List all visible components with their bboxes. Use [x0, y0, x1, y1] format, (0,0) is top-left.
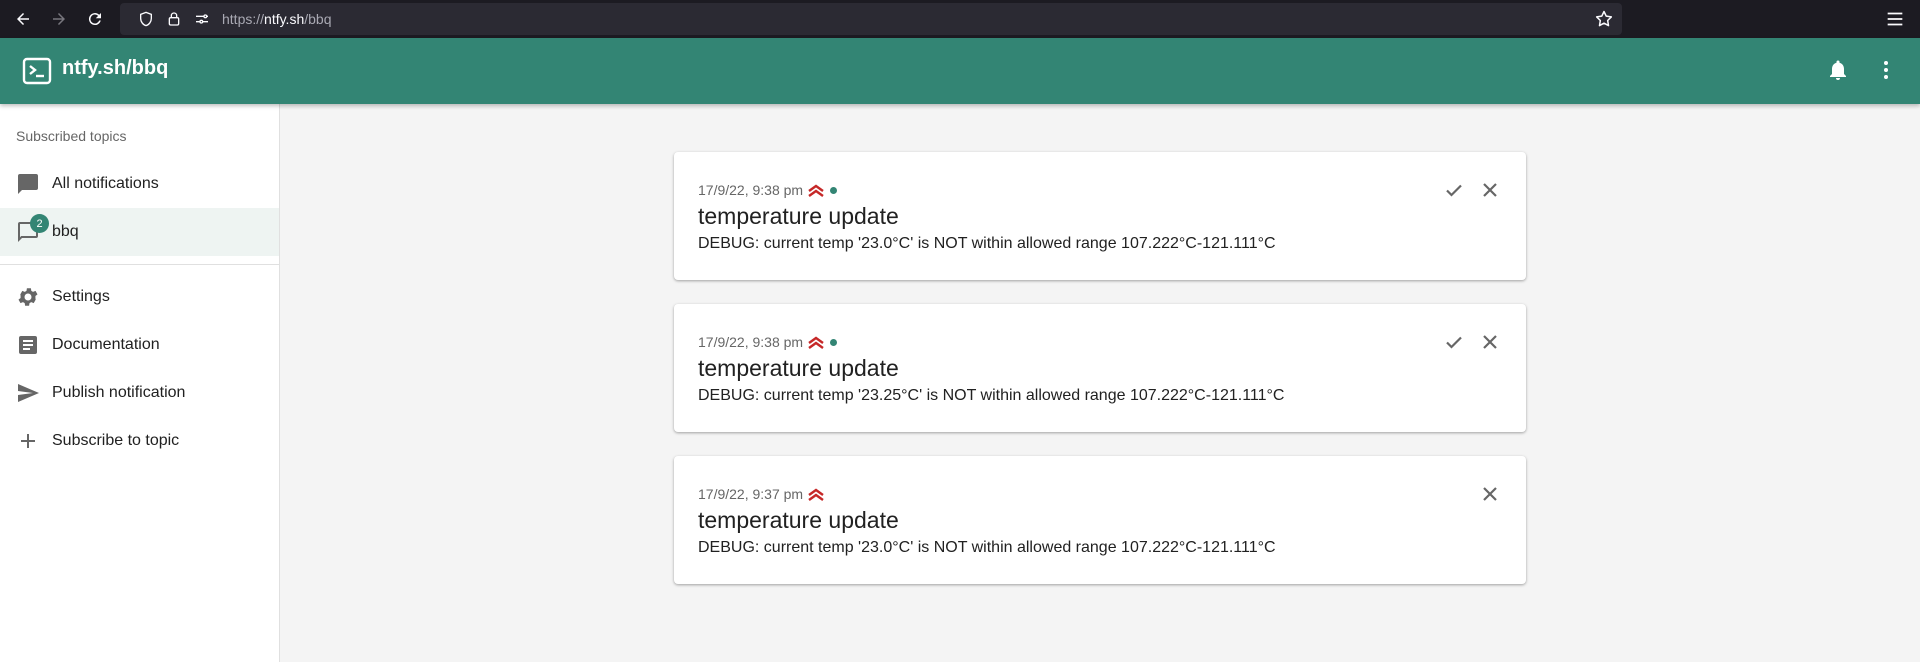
sidebar-item-label: Subscribe to topic	[52, 432, 180, 449]
sidebar: Subscribed topics All notifications 2 bb…	[0, 104, 280, 662]
sidebar-heading: Subscribed topics	[16, 128, 127, 144]
arrow-right-icon	[53, 13, 65, 25]
notification-time: 17/9/22, 9:37 pm	[698, 486, 804, 502]
address-bar[interactable]: https://ntfy.sh/bbq	[120, 3, 1622, 35]
lock-icon[interactable]	[160, 3, 188, 35]
permissions-icon[interactable]	[188, 3, 216, 35]
sidebar-item-publish-notification[interactable]: Publish notification	[0, 369, 279, 417]
more-vert-icon[interactable]	[1874, 58, 1898, 82]
sidebar-item-label: Documentation	[52, 336, 160, 353]
terminal-logo-icon	[22, 57, 52, 85]
bell-icon[interactable]	[1826, 58, 1850, 82]
notification-card: 17/9/22, 9:38 pm temperature update DEBU…	[674, 152, 1526, 280]
hamburger-menu-icon[interactable]	[1884, 8, 1906, 30]
arrow-left-icon	[17, 13, 29, 25]
url-path: /bbq	[304, 11, 332, 27]
notification-card: 17/9/22, 9:37 pm temperature update DEBU…	[674, 456, 1526, 584]
sidebar-item-label: Settings	[52, 288, 110, 305]
unread-badge: 2	[30, 214, 49, 233]
sidebar-item-label: bbq	[52, 223, 79, 240]
priority-high-icon	[808, 184, 824, 197]
notification-time: 17/9/22, 9:38 pm	[698, 334, 804, 350]
new-indicator-dot	[830, 186, 838, 194]
mark-read-check-icon[interactable]	[1442, 178, 1466, 202]
url-protocol: https://	[222, 11, 265, 27]
sidebar-item-all-notifications[interactable]: All notifications	[0, 160, 279, 208]
priority-high-icon	[808, 336, 824, 349]
url-text[interactable]: https://ntfy.sh/bbq	[222, 11, 331, 27]
forward-button[interactable]	[41, 0, 77, 38]
notification-title: temperature update	[698, 355, 899, 381]
sidebar-item-subscribe-to-topic[interactable]: Subscribe to topic	[0, 417, 279, 465]
notification-meta: 17/9/22, 9:37 pm	[698, 486, 825, 502]
plus-icon	[21, 434, 35, 448]
new-indicator-dot	[830, 338, 838, 346]
article-icon	[19, 336, 37, 354]
notification-meta: 17/9/22, 9:38 pm	[698, 334, 838, 350]
send-icon	[18, 384, 39, 402]
notification-meta: 17/9/22, 9:38 pm	[698, 182, 838, 198]
reload-icon	[88, 13, 101, 26]
chat-icon	[18, 174, 38, 194]
notification-message: DEBUG: current temp '23.0°C' is NOT with…	[698, 235, 1276, 252]
priority-high-icon	[808, 488, 824, 501]
notification-title: temperature update	[698, 507, 899, 533]
sidebar-item-label: Publish notification	[52, 384, 186, 401]
notification-title: temperature update	[698, 203, 899, 229]
close-icon[interactable]	[1478, 482, 1502, 506]
notification-card: 17/9/22, 9:38 pm temperature update DEBU…	[674, 304, 1526, 432]
sidebar-divider	[0, 264, 279, 265]
sidebar-item-label: All notifications	[52, 175, 159, 192]
url-host: ntfy.sh	[264, 11, 305, 27]
close-icon[interactable]	[1478, 330, 1502, 354]
app-title: ntfy.sh/bbq	[62, 57, 169, 79]
sidebar-item-bbq[interactable]: 2 bbq	[0, 208, 279, 256]
browser-toolbar: https://ntfy.sh/bbq	[0, 0, 1920, 38]
close-icon[interactable]	[1478, 178, 1502, 202]
app-bar: ntfy.sh/bbq	[0, 38, 1920, 104]
bookmark-star-icon[interactable]	[1594, 9, 1614, 29]
gear-icon	[18, 288, 38, 306]
reload-button[interactable]	[77, 0, 113, 38]
mark-read-check-icon[interactable]	[1442, 330, 1466, 354]
sidebar-item-settings[interactable]: Settings	[0, 273, 279, 321]
back-button[interactable]	[5, 0, 41, 38]
notification-message: DEBUG: current temp '23.0°C' is NOT with…	[698, 539, 1276, 556]
notification-message: DEBUG: current temp '23.25°C' is NOT wit…	[698, 387, 1285, 404]
shield-icon[interactable]	[132, 3, 160, 35]
notification-time: 17/9/22, 9:38 pm	[698, 182, 804, 198]
sidebar-item-documentation[interactable]: Documentation	[0, 321, 279, 369]
